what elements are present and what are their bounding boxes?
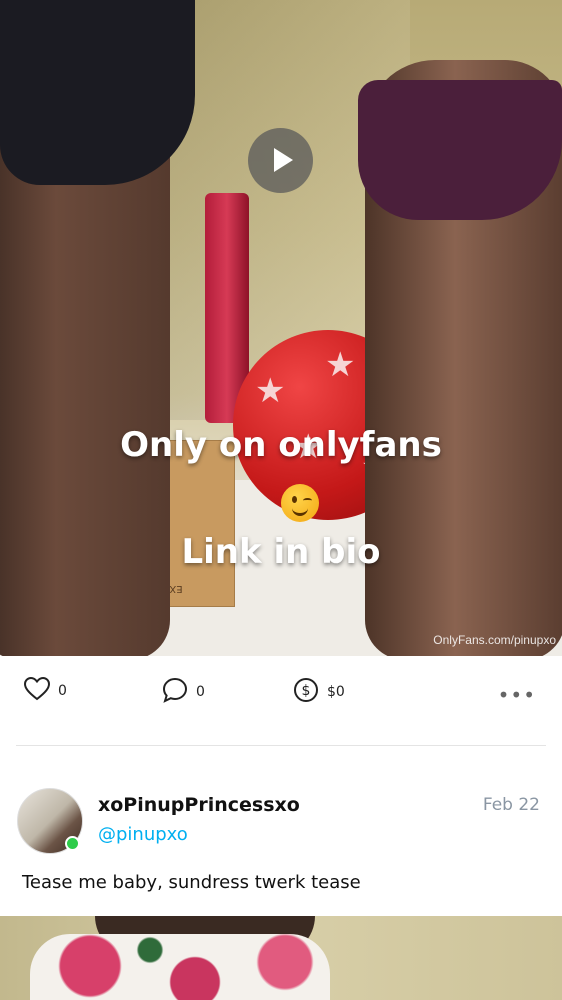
tip-button[interactable]: $ $0 [293,677,345,707]
emoji-wink [303,498,312,503]
emoji-mouth [292,506,308,516]
overlay-text-line1: Only on onlyfans [120,425,442,465]
user-handle[interactable]: @pinupxo [98,824,188,845]
play-button[interactable] [248,128,313,193]
floral-dress [30,934,330,1000]
display-name[interactable]: xoPinupPrincessxo [98,794,300,816]
post-header: xoPinupPrincessxo @pinupxo Feb 22 Tease … [0,780,562,915]
comments-count: 0 [196,684,205,700]
right-garment [358,80,562,220]
dollar-icon: $ [293,677,319,707]
left-garment [0,0,195,185]
heart-icon [23,676,51,705]
star-icon: ★ [325,345,356,385]
overlay-text-line2: Link in bio [181,532,381,572]
emoji-eye [292,496,297,503]
svg-text:$: $ [302,683,311,699]
tips-amount: $0 [327,684,345,700]
watermark: OnlyFans.com/pinupxo [433,633,556,647]
post-caption: Tease me baby, sundress twerk tease [22,872,361,893]
online-status-icon [65,836,80,851]
comment-button[interactable]: 0 [162,677,205,707]
likes-count: 0 [58,683,67,699]
comment-icon [162,677,188,707]
post-actions-bar: 0 0 $ $0 ••• [0,656,562,722]
video-media[interactable]: EXTRA SMALL ★ ★ ★ ★ Only on onlyfans Lin… [0,0,562,656]
like-button[interactable]: 0 [23,676,67,705]
post-date[interactable]: Feb 22 [483,795,540,815]
next-post-media[interactable] [0,916,562,1000]
winking-face-icon [281,484,319,522]
divider [16,745,546,746]
star-icon: ★ [255,371,286,411]
more-options-icon[interactable]: ••• [498,683,536,707]
